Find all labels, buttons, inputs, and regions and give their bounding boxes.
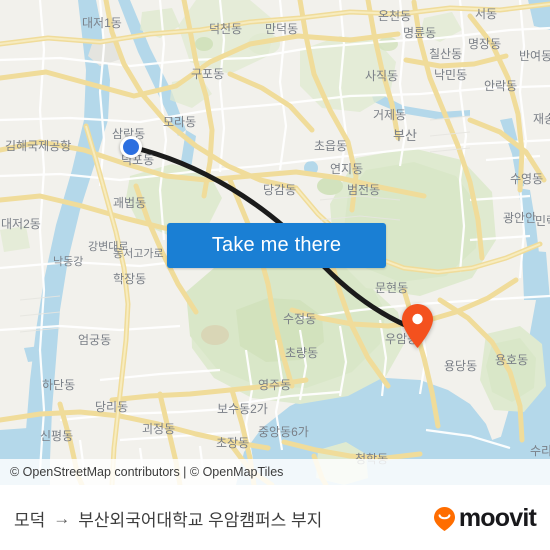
map-place-label: 만덕동 <box>265 22 298 36</box>
footer-bar: 모덕 → 부산외국어대학교 우암캠퍼스 부지 moovit <box>0 485 550 550</box>
map-place-label: 괘법동 <box>113 196 146 210</box>
map-place-label: 강변대로 <box>88 240 128 253</box>
map-place-label: 구포동 <box>191 67 224 81</box>
map-place-label: 보수동2가 <box>217 402 268 416</box>
map-place-label: 당감동 <box>263 183 296 197</box>
moovit-pin-icon <box>433 506 455 531</box>
moovit-route-map-screenshot: 대저1동 덕천동 만덕동 온천동 서동명륜동명장동구포동 칠산동 반여동사직동 낙민동안락동거… <box>0 0 550 550</box>
map-place-label: 대저2동 <box>1 217 41 231</box>
map-place-label: 안락동 <box>484 79 517 93</box>
map-place-label: 연지동 <box>330 162 363 176</box>
map-place-label: 괴정동 <box>142 422 175 436</box>
origin-marker[interactable] <box>120 136 142 158</box>
map-place-label: 용당동 <box>444 359 477 373</box>
map-place-label: 사직동 <box>365 69 398 83</box>
map-place-label: 낙민동 <box>434 68 467 82</box>
map-place-label: 당리동 <box>95 400 128 414</box>
map-place-label: 수리 <box>530 444 550 458</box>
map-place-label: 명장동 <box>468 37 501 51</box>
arrow-right-icon: → <box>53 508 71 528</box>
map-place-label: 덕천동 <box>209 21 242 36</box>
map-place-label: 부산 <box>393 128 417 143</box>
map-place-label: 수영동 <box>510 172 543 186</box>
map-place-label: 초량동 <box>285 346 318 360</box>
destination-marker[interactable] <box>400 303 435 349</box>
map-place-label: 재송동 <box>533 112 550 126</box>
map-place-label: 김해국제공항 <box>5 139 71 153</box>
take-me-there-button[interactable]: Take me there <box>167 223 386 268</box>
map-attribution[interactable]: © OpenStreetMap contributors | © OpenMap… <box>0 459 550 485</box>
map-place-label: 범전동 <box>347 183 380 197</box>
route-origin-label: 모덕 <box>14 511 46 530</box>
map-place-label: 용호동 <box>495 353 528 367</box>
moovit-logo[interactable]: moovit <box>433 486 537 550</box>
map-place-label: 영주동 <box>258 378 291 392</box>
map-place-label: 모라동 <box>163 115 196 129</box>
map-place-label: 하단동 <box>42 378 75 392</box>
map-place-label: 초장동 <box>216 436 249 450</box>
map-place-label: 온천동 <box>378 8 411 23</box>
map-place-label: 초읍동 <box>314 139 347 153</box>
map-place-label: 반여동 <box>519 49 550 63</box>
map-place-label: 민락동 <box>535 214 550 228</box>
map-place-label: 수정동 <box>283 312 316 326</box>
map-place-label: 낙동강 <box>53 255 83 268</box>
map-place-label: 신평동 <box>40 429 73 443</box>
map-place-label: 엄궁동 <box>78 333 111 347</box>
map-place-label: 학장동 <box>113 272 146 286</box>
map-place-label: 거제동 <box>373 108 406 122</box>
route-destination-label: 부산외국어대학교 우암캠퍼스 부지 <box>78 511 323 530</box>
map-place-label: 중앙동6가 <box>258 425 309 439</box>
map-place-label: 광안안 <box>503 211 536 225</box>
map-place-label: 명륜동 <box>403 26 436 40</box>
map-place-label: 서동 <box>475 7 497 21</box>
map-place-label: 대저1동 <box>82 16 122 30</box>
route-summary: 모덕 → 부산외국어대학교 우암캠퍼스 부지 <box>14 486 322 550</box>
moovit-wordmark: moovit <box>458 504 537 532</box>
map-place-label: 문현동 <box>375 281 408 295</box>
map-canvas[interactable]: 대저1동 덕천동 만덕동 온천동 서동명륜동명장동구포동 칠산동 반여동사직동 낙민동안락동거… <box>0 0 550 485</box>
map-place-label: 칠산동 <box>429 47 462 61</box>
